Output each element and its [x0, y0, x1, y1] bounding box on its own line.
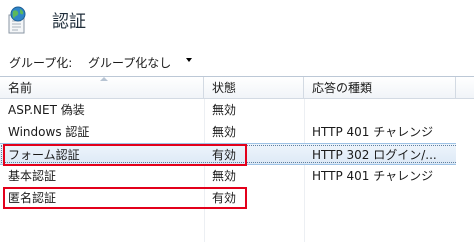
row-status: 無効: [212, 169, 237, 183]
group-by-select[interactable]: グループ化なし: [84, 51, 196, 71]
row-response: [304, 99, 456, 121]
row-status: 無効: [212, 125, 237, 139]
highlight-box-forms-auth: [3, 144, 247, 166]
vertical-scrollbar[interactable]: [456, 99, 474, 242]
column-header-status[interactable]: 状態: [204, 77, 304, 99]
sort-ascending-icon: [100, 77, 108, 81]
row-response: HTTP 302 ログイン/...: [312, 148, 437, 162]
row-name: Windows 認証: [8, 125, 90, 139]
table-row[interactable]: ASP.NET 偽装 無効: [0, 99, 474, 121]
globe-page-icon: [8, 6, 26, 34]
row-name: 基本認証: [8, 169, 57, 183]
highlight-box-anonymous-auth: [3, 187, 247, 209]
page-title: 認証: [52, 12, 86, 32]
table-row[interactable]: Windows 認証 無効 HTTP 401 チャレンジ: [0, 121, 474, 143]
group-by-label: グループ化:: [9, 56, 73, 70]
row-response: [304, 187, 456, 209]
row-response: HTTP 401 チャレンジ: [312, 169, 434, 183]
row-response: HTTP 401 チャレンジ: [312, 125, 434, 139]
page-header: 認証: [0, 0, 474, 40]
toolbar: グループ化: グループ化なし: [0, 46, 474, 74]
row-name: ASP.NET 偽装: [8, 103, 85, 117]
feature-list: 名前 状態 応答の種類 ASP.NET 偽装 無効 Windows 認証 無効 …: [0, 76, 474, 242]
row-status: 無効: [212, 103, 237, 117]
group-by-value: グループ化なし: [88, 56, 172, 70]
grid-header: 名前 状態 応答の種類: [0, 77, 474, 99]
table-row[interactable]: 基本認証 無効 HTTP 401 チャレンジ: [0, 165, 474, 187]
column-header-response[interactable]: 応答の種類: [304, 77, 456, 99]
chevron-down-icon: [186, 58, 192, 62]
